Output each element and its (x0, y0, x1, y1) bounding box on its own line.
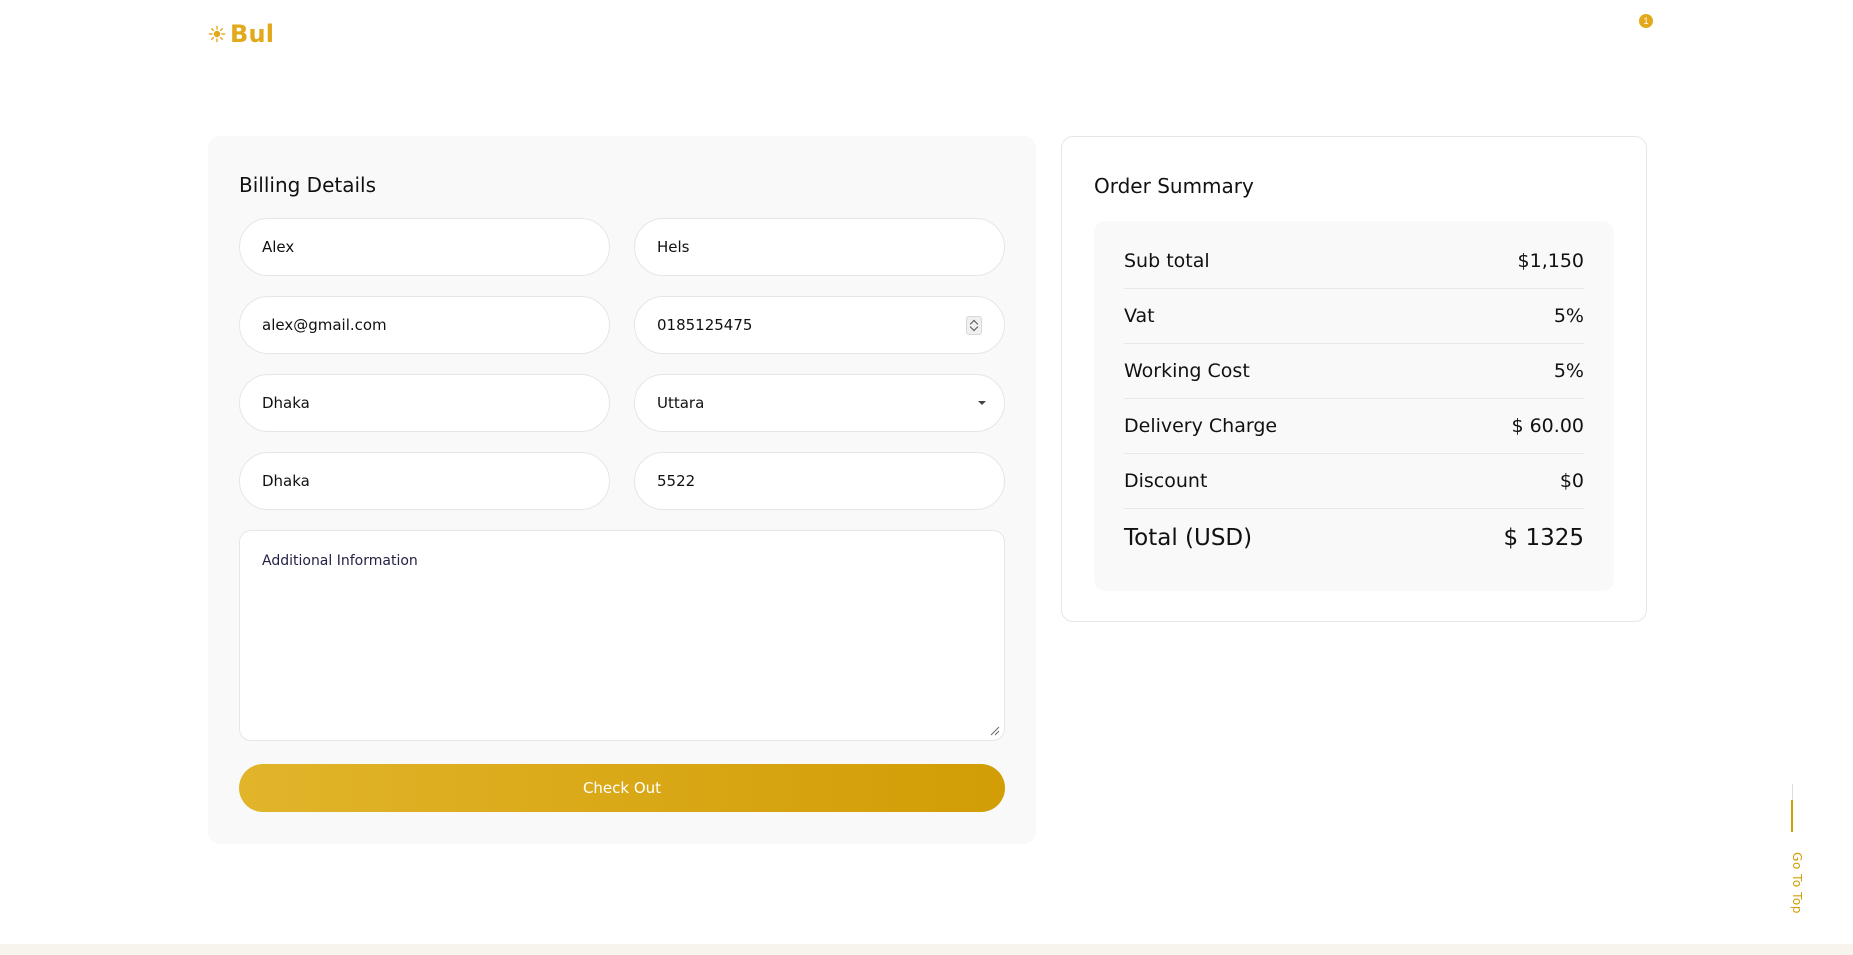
total-label: Total (USD) (1124, 525, 1253, 551)
nav-home[interactable]: HOME (982, 22, 1031, 40)
summary-value: $ 60.00 (1511, 415, 1584, 437)
nav-blog[interactable]: BLOG (1359, 22, 1406, 40)
go-to-top-line (1792, 784, 1793, 800)
header-actions: 1 (1574, 14, 1653, 44)
area-selected-value: Uttara (657, 394, 705, 412)
go-to-top-button[interactable]: Go To Top (1782, 784, 1804, 914)
additional-information-textarea[interactable]: Additional Information (239, 530, 1005, 741)
wishlist-heart-icon[interactable]: 1 (1622, 14, 1653, 44)
total-value: $ 1325 (1503, 525, 1584, 551)
state-input[interactable]: Dhaka (239, 452, 610, 510)
summary-row-working-cost: Working Cost 5% (1124, 344, 1584, 399)
billing-details-panel: Billing Details Alex Hels alex@gmail.com… (208, 136, 1036, 844)
postcode-input[interactable]: 5522 (634, 452, 1005, 510)
summary-value: 5% (1553, 305, 1584, 327)
summary-value: 5% (1553, 360, 1584, 382)
order-summary-box: Sub total $1,150 Vat 5% Working Cost 5% … (1094, 221, 1614, 591)
go-to-top-indicator (1791, 800, 1793, 832)
summary-value: $0 (1559, 470, 1584, 492)
nav-about[interactable]: ABOUT (1262, 22, 1320, 40)
caret-down-icon (978, 401, 986, 405)
go-to-top-label: Go To Top (1789, 852, 1804, 914)
phone-input[interactable]: 0185125475 (634, 296, 1005, 354)
number-spinner-icon[interactable] (966, 316, 982, 335)
main-nav: HOME PRICING SHOP ABOUT BLOG CONTACT (982, 22, 1562, 40)
nav-contact[interactable]: CONTACT (1445, 22, 1523, 40)
nav-shop[interactable]: SHOP (1177, 22, 1223, 40)
summary-value: $1,150 (1517, 250, 1584, 272)
city-input[interactable]: Dhaka (239, 374, 610, 432)
first-name-input[interactable]: Alex (239, 218, 610, 276)
summary-row-subtotal: Sub total $1,150 (1124, 234, 1584, 289)
last-name-input[interactable]: Hels (634, 218, 1005, 276)
summary-row-total: Total (USD) $ 1325 (1124, 509, 1584, 567)
order-summary-title: Order Summary (1094, 174, 1254, 198)
site-header: Bullion HOME PRICING SHOP ABOUT BLOG CON… (0, 0, 1853, 68)
brand-logo[interactable]: Bullion (208, 20, 325, 48)
summary-label: Sub total (1124, 250, 1210, 272)
summary-row-discount: Discount $0 (1124, 454, 1584, 509)
summary-row-vat: Vat 5% (1124, 289, 1584, 344)
billing-title: Billing Details (239, 173, 377, 197)
summary-label: Working Cost (1124, 360, 1250, 382)
summary-label: Vat (1124, 305, 1155, 327)
footer-edge (0, 944, 1853, 955)
user-icon[interactable] (1574, 18, 1600, 44)
nav-pricing[interactable]: PRICING (1070, 22, 1138, 40)
order-summary-panel: Order Summary Sub total $1,150 Vat 5% Wo… (1061, 136, 1647, 622)
checkout-button[interactable]: Check Out (239, 764, 1005, 812)
summary-row-delivery-charge: Delivery Charge $ 60.00 (1124, 399, 1584, 454)
summary-label: Discount (1124, 470, 1208, 492)
area-select[interactable]: Uttara (634, 374, 1005, 432)
resize-handle-icon[interactable] (988, 724, 1000, 736)
email-input[interactable]: alex@gmail.com (239, 296, 610, 354)
wishlist-count-badge: 1 (1639, 14, 1653, 28)
brand-name: Bullion (230, 20, 326, 48)
phone-value: 0185125475 (657, 316, 753, 334)
summary-label: Delivery Charge (1124, 415, 1278, 437)
additional-information-placeholder: Additional Information (262, 553, 418, 569)
sun-logo-icon (208, 25, 226, 43)
